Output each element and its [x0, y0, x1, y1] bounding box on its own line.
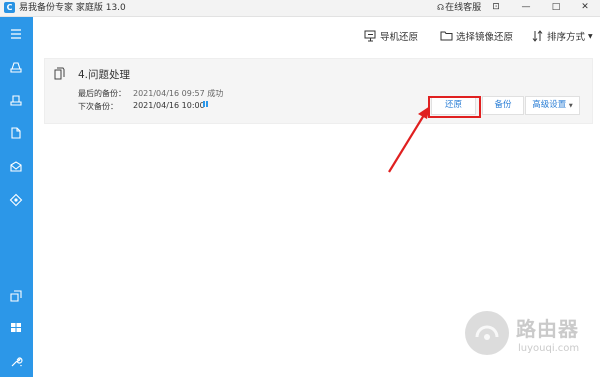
system-backup-icon [10, 95, 22, 106]
chevron-down-icon: ▼ [588, 32, 593, 40]
sort-button[interactable]: 排序方式 ▼ [532, 28, 593, 44]
sidebar-item-mail-backup[interactable] [4, 157, 28, 177]
folder-icon [440, 31, 453, 41]
sidebar-menu-toggle[interactable] [4, 24, 28, 44]
mail-backup-icon [10, 161, 22, 172]
watermark-title: 路由器 [516, 317, 579, 341]
close-button[interactable]: ✕ [578, 1, 592, 14]
remote-restore-button[interactable]: 导机还原 [364, 28, 418, 44]
remote-restore-label: 导机还原 [380, 32, 419, 43]
sidebar-item-file-backup[interactable] [4, 123, 28, 143]
app-logo-icon: C [4, 2, 15, 13]
app-title: 易我备份专家 家庭版 13.0 [19, 3, 126, 13]
advanced-settings-button[interactable]: 高级设置 ▼ [525, 96, 580, 115]
task-title: 4.问题处理 [78, 69, 131, 81]
sort-icon [532, 30, 543, 42]
online-support-button[interactable]: ☊在线客服 [437, 2, 481, 14]
sidebar-item-clone[interactable] [4, 286, 28, 306]
sidebar-item-windows-tools[interactable] [4, 317, 28, 337]
online-support-label: 在线客服 [445, 3, 482, 13]
sort-label: 排序方式 [547, 32, 586, 43]
sidebar-item-tools[interactable] [4, 352, 28, 372]
maximize-button[interactable]: □ [549, 1, 563, 14]
backup-button[interactable]: 备份 [482, 96, 524, 115]
backup-task-card[interactable]: 4.问题处理 最后的备份： 2021/04/16 09:57 成功 下次备份： … [44, 58, 593, 124]
annotation-arrow [388, 106, 430, 173]
sidebar-item-smart-backup[interactable] [4, 190, 28, 210]
last-backup-label: 最后的备份： [78, 89, 126, 98]
menu-icon [11, 29, 21, 39]
headset-icon: ☊ [437, 3, 445, 12]
monitor-restore-icon [364, 30, 376, 42]
title-bar: C 易我备份专家 家庭版 13.0 ☊在线客服 ⊡ — □ ✕ [0, 0, 600, 17]
file-backup-icon [11, 127, 21, 139]
next-backup-value: 2021/04/16 10:00 [133, 101, 205, 110]
advanced-settings-label: 高级设置 [532, 100, 567, 110]
file-icon [54, 67, 65, 80]
clone-icon [10, 290, 22, 302]
menu-button[interactable]: ⊡ [489, 1, 503, 14]
watermark-url: luyouqi.com [518, 343, 580, 354]
sidebar-item-disk-backup[interactable] [4, 57, 28, 77]
chevron-down-icon: ▼ [568, 103, 573, 109]
last-backup-value: 2021/04/16 09:57 成功 [133, 89, 224, 98]
pause-icon[interactable] [203, 101, 208, 107]
select-image-restore-button[interactable]: 选择镜像还原 [440, 28, 513, 44]
watermark-logo-icon [465, 311, 509, 355]
windows-tools-icon [11, 323, 21, 332]
tools-icon [11, 357, 23, 367]
sidebar [0, 17, 33, 377]
select-image-restore-label: 选择镜像还原 [456, 32, 514, 43]
sidebar-item-system-backup[interactable] [4, 90, 28, 110]
smart-backup-icon [9, 193, 23, 207]
disk-backup-icon [10, 62, 22, 73]
restore-highlight-box [428, 96, 481, 118]
minimize-button[interactable]: — [519, 1, 533, 14]
next-backup-label: 下次备份： [78, 102, 118, 111]
